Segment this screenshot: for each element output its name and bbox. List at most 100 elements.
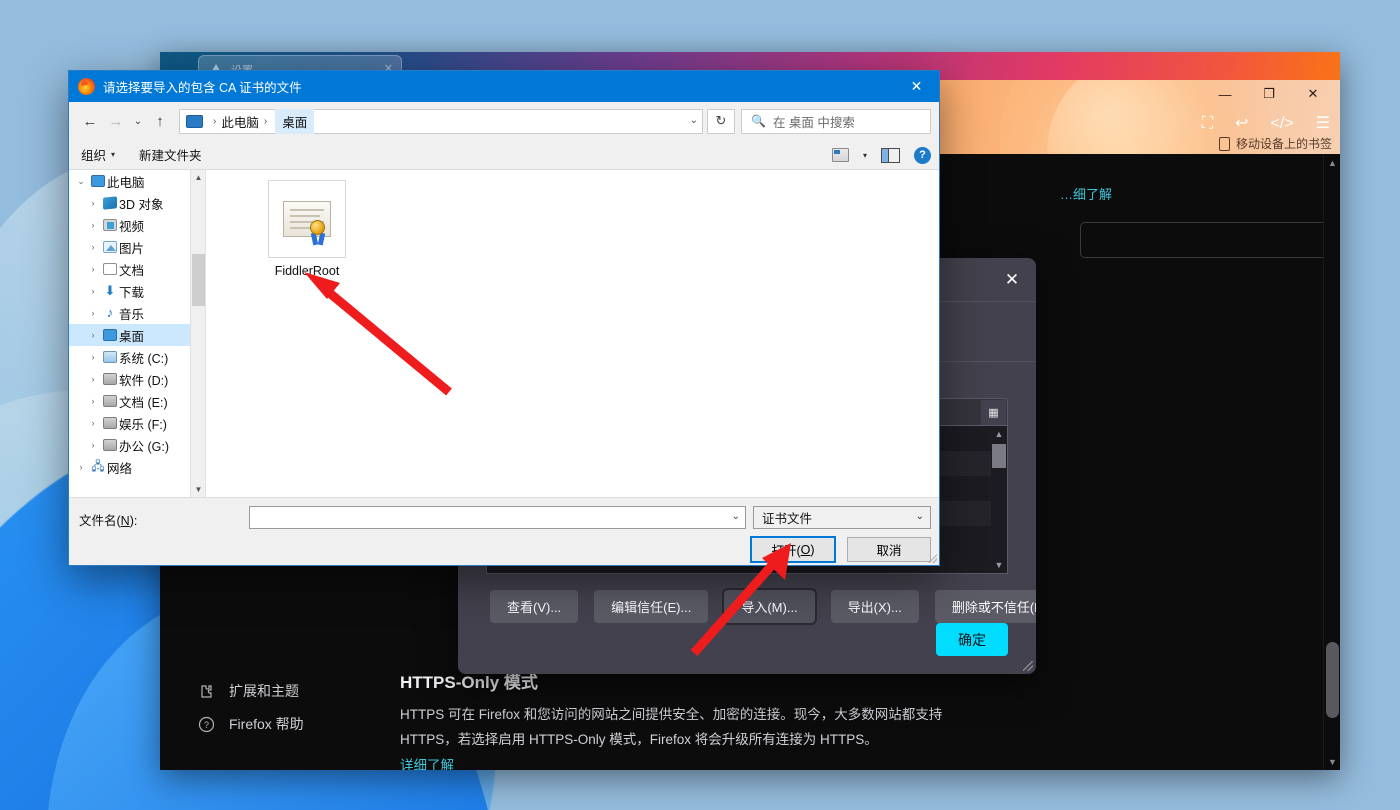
tree-item-this-pc[interactable]: ⌄ 此电脑 bbox=[69, 170, 205, 192]
code-icon[interactable]: </> bbox=[1271, 116, 1294, 132]
scroll-down-arrow-icon[interactable]: ▼ bbox=[1324, 753, 1340, 770]
page-scrollbar[interactable]: ▲ ▼ bbox=[1323, 154, 1340, 770]
chevron-right-icon[interactable]: › bbox=[85, 374, 101, 384]
sidebar-item-firefox-help[interactable]: ? Firefox 帮助 bbox=[198, 714, 304, 734]
back-button[interactable]: ← bbox=[77, 108, 103, 134]
tree-item-label: 下载 bbox=[119, 285, 145, 300]
tree-item-videos[interactable]: › 视频 bbox=[69, 214, 205, 236]
resize-grip[interactable] bbox=[928, 554, 937, 563]
drive-icon bbox=[101, 395, 119, 407]
command-bar-right: ▾ ? bbox=[831, 140, 931, 170]
tree-item-label: 视频 bbox=[119, 219, 145, 234]
new-folder-button[interactable]: 新建文件夹 bbox=[139, 145, 202, 164]
open-button[interactable]: 打开(O) bbox=[750, 536, 836, 563]
tree-item-network[interactable]: › 🖧 网络 bbox=[69, 456, 205, 478]
hamburger-menu-icon[interactable]: ☰ bbox=[1316, 116, 1330, 132]
chevron-right-icon[interactable]: › bbox=[85, 440, 101, 450]
learn-more-link-top[interactable]: …细了解 bbox=[1060, 184, 1112, 203]
scrollbar-thumb[interactable] bbox=[192, 254, 205, 306]
chevron-right-icon[interactable]: › bbox=[85, 264, 101, 274]
chevron-down-icon[interactable]: ⌄ bbox=[73, 176, 89, 187]
close-button[interactable]: ✕ bbox=[1292, 82, 1334, 106]
chevron-right-icon[interactable]: › bbox=[85, 286, 101, 296]
export-button[interactable]: 导出(X)... bbox=[830, 590, 919, 623]
breadcrumb-this-pc[interactable]: 此电脑 bbox=[221, 112, 259, 131]
breadcrumb-separator: › bbox=[213, 115, 217, 127]
ok-button[interactable]: 确定 bbox=[936, 623, 1008, 656]
preview-pane-icon[interactable] bbox=[881, 147, 900, 163]
tree-item-label: 图片 bbox=[119, 241, 145, 256]
recent-locations-button[interactable]: ⌄ bbox=[129, 108, 147, 134]
chevron-right-icon[interactable]: › bbox=[85, 396, 101, 406]
chevron-down-icon[interactable]: ⌄ bbox=[690, 115, 698, 126]
file-dialog-close-button[interactable]: ✕ bbox=[894, 71, 939, 102]
maximize-button[interactable]: ❐ bbox=[1248, 82, 1290, 106]
scrollbar-thumb[interactable] bbox=[1326, 642, 1339, 718]
help-icon[interactable]: ? bbox=[914, 146, 931, 164]
tree-scrollbar[interactable]: ▲ ▼ bbox=[190, 170, 205, 497]
cert-list-scrollbar[interactable]: ▲ ▼ bbox=[991, 426, 1007, 573]
chevron-right-icon[interactable]: › bbox=[85, 198, 101, 208]
import-button[interactable]: 导入(M)... bbox=[724, 590, 815, 623]
scrollbar-thumb[interactable] bbox=[992, 444, 1006, 468]
undo-icon[interactable]: ↩ bbox=[1235, 116, 1248, 132]
sidebar-item-extensions-and-themes[interactable]: 扩展和主题 bbox=[198, 681, 299, 701]
file-dialog-command-bar: 组织 ▾ 新建文件夹 ▾ ? bbox=[69, 140, 939, 170]
minimize-button[interactable]: — bbox=[1204, 82, 1246, 106]
columns-icon[interactable]: ▦ bbox=[981, 400, 1006, 425]
tree-item-drive-d[interactable]: › 软件 (D:) bbox=[69, 368, 205, 390]
forward-button[interactable]: → bbox=[103, 108, 129, 134]
bookmarks-toolbar[interactable]: 移动设备上的书签 bbox=[1218, 135, 1332, 152]
chevron-down-icon[interactable]: ⌄ bbox=[732, 511, 740, 522]
tree-item-pictures[interactable]: › 图片 bbox=[69, 236, 205, 258]
file-dialog-titlebar: 请选择要导入的包含 CA 证书的文件 ✕ bbox=[69, 71, 939, 102]
tree-item-documents[interactable]: › 文档 bbox=[69, 258, 205, 280]
mobile-bookmarks-icon bbox=[1218, 136, 1230, 151]
refresh-button[interactable]: ↻ bbox=[707, 108, 735, 134]
chevron-right-icon[interactable]: › bbox=[85, 418, 101, 428]
tree-item-downloads[interactable]: › ⬇ 下载 bbox=[69, 280, 205, 302]
chevron-right-icon[interactable]: › bbox=[85, 352, 101, 362]
chevron-down-icon[interactable]: ▾ bbox=[863, 151, 867, 160]
filetype-select[interactable]: 证书文件 ⌄ bbox=[753, 506, 931, 529]
firefox-logo-icon bbox=[78, 78, 95, 95]
settings-panel-box bbox=[1080, 222, 1340, 258]
file-icon-wrapper bbox=[268, 180, 346, 258]
organize-menu[interactable]: 组织 ▾ bbox=[81, 145, 115, 164]
tree-item-3d-objects[interactable]: › 3D 对象 bbox=[69, 192, 205, 214]
screenshot-icon[interactable]: ⛶ bbox=[1202, 116, 1213, 132]
scroll-up-arrow-icon[interactable]: ▲ bbox=[191, 170, 205, 185]
scroll-up-arrow-icon[interactable]: ▲ bbox=[991, 426, 1007, 442]
up-button[interactable]: ↑ bbox=[147, 108, 173, 134]
tree-item-drive-e[interactable]: › 文档 (E:) bbox=[69, 390, 205, 412]
chevron-right-icon[interactable]: › bbox=[85, 242, 101, 252]
view-button[interactable]: 查看(V)... bbox=[490, 590, 579, 623]
file-dialog-navbar: ← → ⌄ ↑ › 此电脑 › 桌面 ⌄ ↻ 🔍 在 桌面 中搜索 bbox=[69, 102, 939, 140]
navigation-tree[interactable]: ⌄ 此电脑 › 3D 对象 › 视频 › 图片 › 文档 › ⬇ 下载 › ♪ … bbox=[69, 170, 206, 497]
https-only-learn-more-link[interactable]: 详细了解 bbox=[400, 754, 454, 770]
address-breadcrumb-bar[interactable]: › 此电脑 › 桌面 ⌄ bbox=[179, 108, 703, 134]
tree-item-drive-f[interactable]: › 娱乐 (F:) bbox=[69, 412, 205, 434]
tree-item-drive-g[interactable]: › 办公 (G:) bbox=[69, 434, 205, 456]
scroll-up-arrow-icon[interactable]: ▲ bbox=[1324, 154, 1340, 171]
file-list-pane[interactable]: FiddlerRoot bbox=[206, 170, 939, 497]
chevron-right-icon[interactable]: › bbox=[73, 462, 89, 472]
breadcrumb-desktop[interactable]: 桌面 bbox=[275, 108, 315, 134]
chevron-right-icon[interactable]: › bbox=[85, 308, 101, 318]
chevron-right-icon[interactable]: › bbox=[85, 330, 101, 340]
delete-or-distrust-button[interactable]: 删除或不信任(D)... bbox=[934, 590, 1036, 623]
tree-item-music[interactable]: › ♪ 音乐 bbox=[69, 302, 205, 324]
view-layout-icon[interactable] bbox=[831, 148, 849, 162]
search-input[interactable]: 🔍 在 桌面 中搜索 bbox=[741, 108, 931, 134]
resize-grip[interactable] bbox=[1023, 661, 1033, 671]
cancel-button[interactable]: 取消 bbox=[847, 537, 931, 562]
chevron-right-icon[interactable]: › bbox=[85, 220, 101, 230]
filename-input[interactable]: ⌄ bbox=[249, 506, 746, 529]
scroll-down-arrow-icon[interactable]: ▼ bbox=[191, 482, 205, 497]
tree-item-desktop[interactable]: › 桌面 bbox=[69, 324, 205, 346]
edit-trust-button[interactable]: 编辑信任(E)... bbox=[594, 590, 709, 623]
cert-dialog-close-icon[interactable]: ✕ bbox=[998, 266, 1026, 294]
file-item-fiddlerroot[interactable]: FiddlerRoot bbox=[261, 180, 353, 278]
scroll-down-arrow-icon[interactable]: ▼ bbox=[991, 557, 1007, 573]
tree-item-drive-c[interactable]: › 系统 (C:) bbox=[69, 346, 205, 368]
